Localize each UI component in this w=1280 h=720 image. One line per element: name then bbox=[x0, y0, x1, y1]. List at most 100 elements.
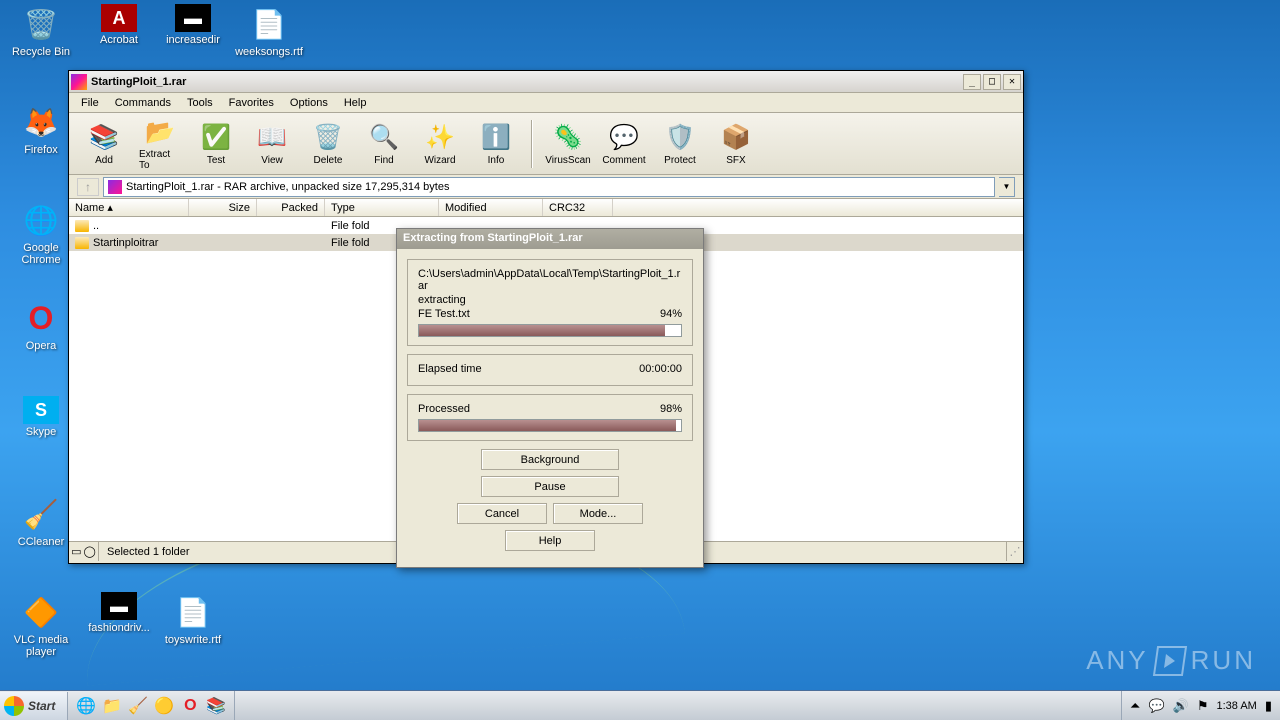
winrar-icon bbox=[71, 74, 87, 90]
total-progress-group: Processed 98% bbox=[407, 394, 693, 441]
column-header[interactable]: Name ▴ bbox=[69, 199, 189, 216]
help-button[interactable]: Help bbox=[505, 530, 595, 551]
column-header[interactable]: Packed bbox=[257, 199, 325, 216]
dialog-title[interactable]: Extracting from StartingPloit_1.rar bbox=[397, 229, 703, 249]
explorer-icon[interactable]: 📁 bbox=[100, 694, 124, 718]
menubar: FileCommandsToolsFavoritesOptionsHelp bbox=[69, 93, 1023, 113]
toolbar-label: Info bbox=[488, 155, 505, 166]
icon-label: weeksongs.rtf bbox=[232, 46, 306, 58]
toolbar-label: VirusScan bbox=[545, 155, 590, 166]
menu-item[interactable]: Commands bbox=[107, 95, 179, 111]
folder-icon bbox=[75, 220, 89, 232]
toolbar-button[interactable]: ✨Wizard bbox=[415, 120, 465, 168]
app-icon: ▬ bbox=[101, 592, 137, 620]
desktop-icon[interactable]: 📄weeksongs.rtf bbox=[232, 4, 306, 58]
info-icon: ℹ️ bbox=[480, 122, 512, 154]
chrome-icon[interactable]: 🟡 bbox=[152, 694, 176, 718]
delete-icon: 🗑️ bbox=[312, 122, 344, 154]
volume-icon[interactable]: 🔊 bbox=[1173, 698, 1189, 714]
pause-button[interactable]: Pause bbox=[481, 476, 619, 497]
clock[interactable]: 1:38 AM bbox=[1216, 700, 1256, 712]
toolbar-button[interactable]: 🦠VirusScan bbox=[543, 120, 593, 168]
desktop-icon[interactable]: ▬fashiondriv... bbox=[82, 592, 156, 634]
file-progress-group: C:\Users\admin\AppData\Local\Temp\Starti… bbox=[407, 259, 693, 346]
view-icon: 📖 bbox=[256, 122, 288, 154]
toolbar-button[interactable]: 📦SFX bbox=[711, 120, 761, 168]
column-header[interactable]: Modified bbox=[439, 199, 543, 216]
toolbar-button[interactable]: 💬Comment bbox=[599, 120, 649, 168]
window-title: StartingPloit_1.rar bbox=[91, 76, 963, 88]
desktop-icon[interactable]: OOpera bbox=[4, 298, 78, 352]
desktop-icon[interactable]: 🦊Firefox bbox=[4, 102, 78, 156]
icon-label: increasedir bbox=[156, 34, 230, 46]
toolbar-button[interactable]: ℹ️Info bbox=[471, 120, 521, 168]
toolbar-button[interactable]: ✅Test bbox=[191, 120, 241, 168]
icon-label: Recycle Bin bbox=[4, 46, 78, 58]
flag-icon[interactable]: ⚑ bbox=[1197, 698, 1209, 714]
desktop-icon[interactable]: SSkype bbox=[4, 396, 78, 438]
toolbar-button[interactable]: 🔍Find bbox=[359, 120, 409, 168]
close-button[interactable]: ✕ bbox=[1003, 74, 1021, 90]
file-progressbar bbox=[418, 324, 682, 337]
desktop-icon[interactable]: 📄toyswrite.rtf bbox=[156, 592, 230, 646]
app-icon: ▬ bbox=[175, 4, 211, 32]
add-icon: 📚 bbox=[88, 122, 120, 154]
comment-icon: 💬 bbox=[608, 122, 640, 154]
app-icon: S bbox=[23, 396, 59, 424]
cancel-button[interactable]: Cancel bbox=[457, 503, 547, 524]
menu-item[interactable]: Favorites bbox=[221, 95, 282, 111]
desktop-icon[interactable]: 🧹CCleaner bbox=[4, 494, 78, 548]
maximize-button[interactable]: □ bbox=[983, 74, 1001, 90]
taskbar: Start 🌐 📁 🧹 🟡 O 📚 ⏶ 💬 🔊 ⚑ 1:38 AM ▮ bbox=[0, 690, 1280, 720]
desktop-icon[interactable]: 🌐Google Chrome bbox=[4, 200, 78, 266]
menu-item[interactable]: Options bbox=[282, 95, 336, 111]
watermark: ANYRUN bbox=[1086, 645, 1256, 676]
path-dropdown[interactable]: ▼ bbox=[999, 177, 1015, 197]
titlebar[interactable]: StartingPloit_1.rar _ □ ✕ bbox=[69, 71, 1023, 93]
column-header[interactable]: CRC32 bbox=[543, 199, 613, 216]
ccleaner-icon[interactable]: 🧹 bbox=[126, 694, 150, 718]
minimize-button[interactable]: _ bbox=[963, 74, 981, 90]
up-button[interactable]: ↑ bbox=[77, 178, 99, 196]
wizard-icon: ✨ bbox=[424, 122, 456, 154]
resize-grip[interactable]: ⋰ bbox=[1007, 545, 1023, 558]
column-header[interactable]: Type bbox=[325, 199, 439, 216]
show-desktop-button[interactable]: ▮ bbox=[1265, 698, 1272, 714]
path-box[interactable]: StartingPloit_1.rar - RAR archive, unpac… bbox=[103, 177, 995, 197]
toolbar-button[interactable]: 📚Add bbox=[79, 120, 129, 168]
menu-item[interactable]: Tools bbox=[179, 95, 221, 111]
desktop-icon[interactable]: AAcrobat bbox=[82, 4, 156, 46]
test-icon: ✅ bbox=[200, 122, 232, 154]
icon-label: toyswrite.rtf bbox=[156, 634, 230, 646]
menu-item[interactable]: Help bbox=[336, 95, 375, 111]
toolbar-label: Add bbox=[95, 155, 113, 166]
action-center-icon[interactable]: 💬 bbox=[1148, 698, 1164, 714]
opera-icon[interactable]: O bbox=[178, 694, 202, 718]
ie-icon[interactable]: 🌐 bbox=[74, 694, 98, 718]
system-tray: ⏶ 💬 🔊 ⚑ 1:38 AM ▮ bbox=[1121, 691, 1280, 720]
app-icon: 🗑️ bbox=[21, 4, 61, 44]
find-icon: 🔍 bbox=[368, 122, 400, 154]
mode-button[interactable]: Mode... bbox=[553, 503, 643, 524]
start-button[interactable]: Start bbox=[0, 692, 68, 720]
winrar-task-icon[interactable]: 📚 bbox=[204, 694, 228, 718]
desktop-icon[interactable]: 🗑️ Recycle Bin bbox=[4, 4, 78, 58]
menu-item[interactable]: File bbox=[73, 95, 107, 111]
toolbar-button[interactable]: 🛡️Protect bbox=[655, 120, 705, 168]
background-button[interactable]: Background bbox=[481, 449, 619, 470]
icon-label: Google Chrome bbox=[4, 242, 78, 266]
app-icon: A bbox=[101, 4, 137, 32]
desktop-icon[interactable]: 🔶VLC media player bbox=[4, 592, 78, 658]
elapsed-label: Elapsed time bbox=[418, 363, 482, 375]
tray-expand-icon[interactable]: ⏶ bbox=[1130, 698, 1140, 714]
desktop-icon[interactable]: ▬ increasedir bbox=[156, 4, 230, 46]
toolbar-button[interactable]: 🗑️Delete bbox=[303, 120, 353, 168]
path-text: StartingPloit_1.rar - RAR archive, unpac… bbox=[126, 181, 449, 193]
toolbar-button[interactable]: 📖View bbox=[247, 120, 297, 168]
status-icons: ▭◯ bbox=[69, 542, 99, 561]
toolbar-button[interactable]: 📂Extract To bbox=[135, 114, 185, 173]
archive-icon bbox=[108, 180, 122, 194]
file-name: Startinploitrar bbox=[93, 237, 158, 249]
column-header[interactable]: Size bbox=[189, 199, 257, 216]
file-name: .. bbox=[93, 220, 99, 232]
